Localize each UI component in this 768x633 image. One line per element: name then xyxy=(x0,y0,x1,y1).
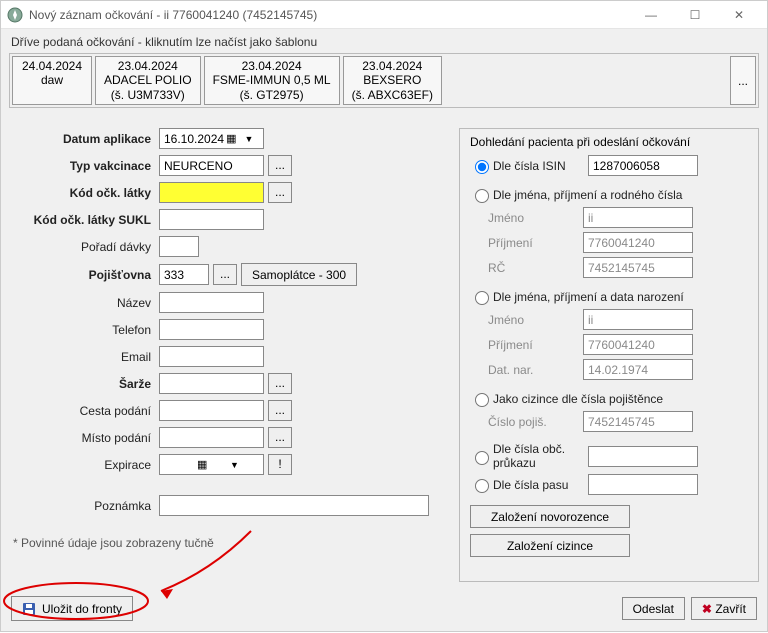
samoplatce-button[interactable]: Samoplátce - 300 xyxy=(241,263,357,286)
calendar-icon: ▦ xyxy=(226,132,242,145)
email-input[interactable] xyxy=(159,346,264,367)
bottom-bar: Uložit do fronty Odeslat ✖ Zavřít xyxy=(1,590,767,631)
app-icon xyxy=(7,7,23,23)
template-item[interactable]: 23.04.2024 FSME-IMMUN 0,5 ML (š. GT2975) xyxy=(204,56,340,105)
jmeno-label: Jméno xyxy=(488,211,583,225)
datnar-input[interactable] xyxy=(583,359,693,380)
pojistovna-input[interactable] xyxy=(159,264,209,285)
templates-label: Dříve podaná očkování - kliknutím lze na… xyxy=(9,33,759,53)
pojistovna-label: Pojišťovna xyxy=(9,268,159,282)
radio-cizinec[interactable] xyxy=(475,393,489,407)
minimize-button[interactable]: — xyxy=(629,1,673,29)
sarze-label: Šarže xyxy=(9,377,159,391)
template-item[interactable]: 24.04.2024 daw xyxy=(12,56,92,105)
radio-jpdn[interactable] xyxy=(475,291,489,305)
obc-prukaz-input[interactable] xyxy=(588,446,698,467)
telefon-label: Telefon xyxy=(9,323,159,337)
cesta-podani-lookup-button[interactable]: ... xyxy=(268,400,292,421)
sarze-lookup-button[interactable]: ... xyxy=(268,373,292,394)
send-button[interactable]: Odeslat xyxy=(622,597,685,620)
lookup-panel: Dohledání pacienta při odeslání očkování… xyxy=(459,128,759,582)
cislo-pojis-label: Číslo pojiš. xyxy=(488,415,583,429)
window-title: Nový záznam očkování - ii 7760041240 (74… xyxy=(29,8,629,22)
telefon-input[interactable] xyxy=(159,319,264,340)
jmeno-input[interactable] xyxy=(583,207,693,228)
save-icon xyxy=(22,602,36,616)
template-item[interactable]: 23.04.2024 ADACEL POLIO (š. U3M733V) xyxy=(95,56,201,105)
kod-ock-latky-input[interactable] xyxy=(159,182,264,203)
kod-ock-latky-sukl-label: Kód očk. látky SUKL xyxy=(9,213,159,227)
pojistovna-lookup-button[interactable]: ... xyxy=(213,264,237,285)
rc-label: RČ xyxy=(488,261,583,275)
poznamka-input[interactable] xyxy=(159,495,429,516)
zalozeni-novorozence-button[interactable]: Založení novorozence xyxy=(470,505,630,528)
isin-input[interactable] xyxy=(588,155,698,176)
templates-row: 24.04.2024 daw 23.04.2024 ADACEL POLIO (… xyxy=(9,53,759,108)
misto-podani-label: Místo podání xyxy=(9,431,159,445)
templates-more-button[interactable]: ... xyxy=(730,56,756,105)
misto-podani-input[interactable] xyxy=(159,427,264,448)
pas-input[interactable] xyxy=(588,474,698,495)
maximize-button[interactable]: ☐ xyxy=(673,1,717,29)
cislo-pojis-input[interactable] xyxy=(583,411,693,432)
expirace-label: Expirace xyxy=(9,458,159,472)
calendar-icon: ▦ xyxy=(197,458,228,471)
main: Datum aplikace 16.10.2024 ▦ ▼ Typ vakcin… xyxy=(9,108,759,582)
chevron-down-icon: ▼ xyxy=(230,460,261,470)
typ-vakcinace-lookup-button[interactable]: ... xyxy=(268,155,292,176)
cesta-podani-label: Cesta podání xyxy=(9,404,159,418)
nazev-label: Název xyxy=(9,296,159,310)
kod-ock-latky-label: Kód očk. látky xyxy=(9,186,159,200)
rc-input[interactable] xyxy=(583,257,693,278)
close-icon: ✖ xyxy=(702,602,712,616)
sarze-input[interactable] xyxy=(159,373,264,394)
kod-ock-latky-sukl-input[interactable] xyxy=(159,209,264,230)
required-footnote: * Povinné údaje jsou zobrazeny tučně xyxy=(13,536,449,550)
poznamka-label: Poznámka xyxy=(9,499,159,513)
radio-pas[interactable] xyxy=(475,479,489,493)
jmeno2-input[interactable] xyxy=(583,309,693,330)
jprc-label: Dle jména, příjmení a rodného čísla xyxy=(493,188,682,202)
zalozeni-cizince-button[interactable]: Založení cizince xyxy=(470,534,630,557)
jpdn-label: Dle jména, příjmení a data narození xyxy=(493,290,684,304)
obc-prukaz-label: Dle čísla obč. průkazu xyxy=(493,442,588,470)
cesta-podani-input[interactable] xyxy=(159,400,264,421)
window: Nový záznam očkování - ii 7760041240 (74… xyxy=(0,0,768,632)
poradi-davky-input[interactable] xyxy=(159,236,199,257)
typ-vakcinace-input[interactable] xyxy=(159,155,264,176)
typ-vakcinace-label: Typ vakcinace xyxy=(9,159,159,173)
prijmeni-label: Příjmení xyxy=(488,236,583,250)
expirace-input[interactable]: ▦ ▼ xyxy=(159,454,264,475)
form-panel: Datum aplikace 16.10.2024 ▦ ▼ Typ vakcin… xyxy=(9,128,449,582)
save-to-queue-button[interactable]: Uložit do fronty xyxy=(11,596,133,621)
isin-label: Dle čísla ISIN xyxy=(493,159,588,173)
radio-jprc[interactable] xyxy=(475,189,489,203)
prijmeni-input[interactable] xyxy=(583,232,693,253)
kod-ock-latky-lookup-button[interactable]: ... xyxy=(268,182,292,203)
datnar-label: Dat. nar. xyxy=(488,363,583,377)
cizinec-label: Jako cizince dle čísla pojištěnce xyxy=(493,392,663,406)
datum-aplikace-input[interactable]: 16.10.2024 ▦ ▼ xyxy=(159,128,264,149)
lookup-heading: Dohledání pacienta při odeslání očkování xyxy=(470,135,748,149)
prijmeni2-input[interactable] xyxy=(583,334,693,355)
content: Dříve podaná očkování - kliknutím lze na… xyxy=(1,29,767,590)
expirace-warn-button[interactable]: ! xyxy=(268,454,292,475)
radio-isin[interactable] xyxy=(475,160,489,174)
radio-obc-prukaz[interactable] xyxy=(475,451,489,465)
email-label: Email xyxy=(9,350,159,364)
close-window-button[interactable]: ✕ xyxy=(717,1,761,29)
poradi-davky-label: Pořadí dávky xyxy=(9,240,159,254)
nazev-input[interactable] xyxy=(159,292,264,313)
pas-label: Dle čísla pasu xyxy=(493,478,588,492)
template-item[interactable]: 23.04.2024 BEXSERO (š. ABXC63EF) xyxy=(343,56,442,105)
datum-aplikace-label: Datum aplikace xyxy=(9,132,159,146)
close-button[interactable]: ✖ Zavřít xyxy=(691,597,757,620)
chevron-down-icon: ▼ xyxy=(245,134,261,144)
misto-podani-lookup-button[interactable]: ... xyxy=(268,427,292,448)
titlebar: Nový záznam očkování - ii 7760041240 (74… xyxy=(1,1,767,29)
